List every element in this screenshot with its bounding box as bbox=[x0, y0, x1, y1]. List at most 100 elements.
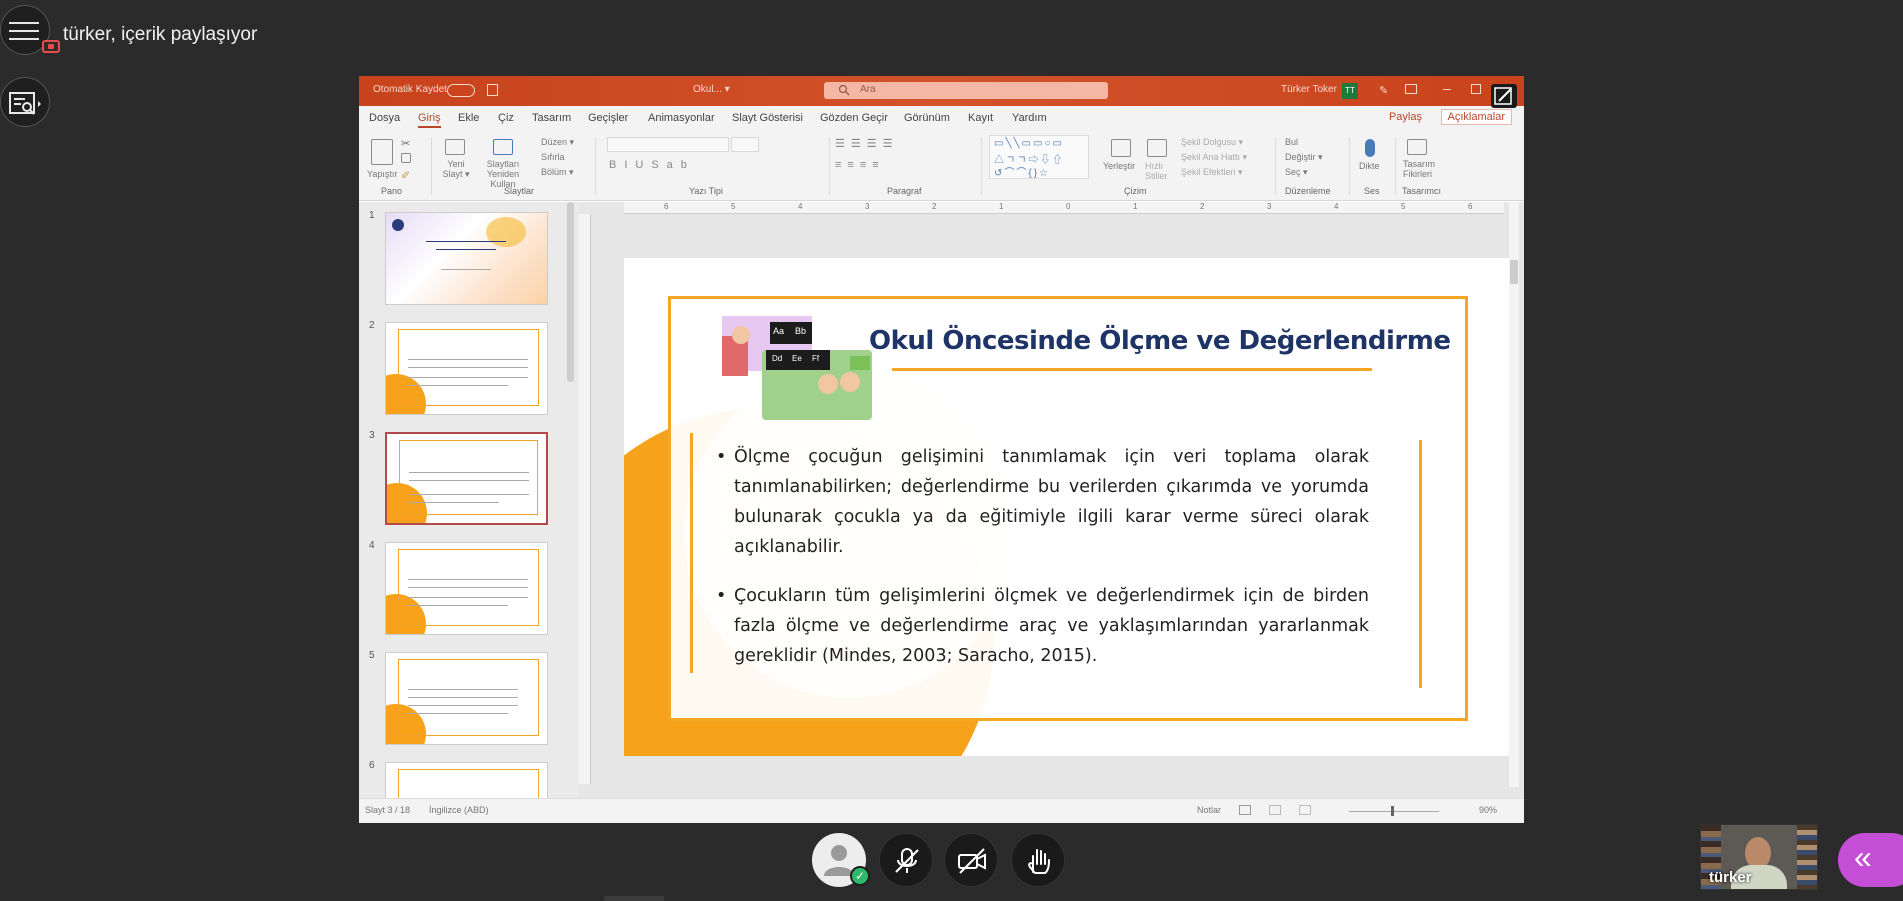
chevron-left-icon: « bbox=[1854, 839, 1872, 875]
ppt-menubar: Dosya Giriş Ekle Çiz Tasarım Geçişler An… bbox=[359, 106, 1524, 131]
menu-slayt-gosterisi[interactable]: Slayt Gösterisi bbox=[732, 112, 803, 124]
annotate-icon[interactable] bbox=[1491, 84, 1517, 108]
check-icon: ✓ bbox=[850, 866, 870, 886]
normal-view-icon[interactable] bbox=[1239, 805, 1251, 815]
camera-toggle[interactable] bbox=[944, 833, 998, 887]
paste-icon[interactable] bbox=[371, 139, 393, 165]
search-input[interactable]: Ara bbox=[824, 82, 1108, 99]
reading-view-icon[interactable] bbox=[1299, 805, 1311, 815]
save-icon[interactable] bbox=[487, 84, 498, 96]
align-icons[interactable]: ≡≡≡≡ bbox=[835, 159, 885, 171]
menu-giris[interactable]: Giriş bbox=[418, 112, 441, 128]
menu-yardim[interactable]: Yardım bbox=[1012, 112, 1047, 124]
zoom-slider[interactable] bbox=[1349, 806, 1439, 816]
screen-search-button[interactable] bbox=[0, 77, 50, 127]
section-button[interactable]: Bölüm ▾ bbox=[541, 167, 574, 178]
user-avatar[interactable]: TT bbox=[1342, 83, 1358, 99]
menu-gorunum[interactable]: Görünüm bbox=[904, 112, 950, 124]
menu-gozden-gecir[interactable]: Gözden Geçir bbox=[820, 112, 888, 124]
copy-icon[interactable] bbox=[401, 153, 411, 163]
language[interactable]: İngilizce (ABD) bbox=[429, 805, 489, 815]
bullet-2: Çocukların tüm gelişimlerini ölçmek ve d… bbox=[716, 581, 1369, 671]
reuse-slides-button[interactable]: Slaytları Yeniden Kullan bbox=[477, 159, 529, 189]
slide-thumb-3[interactable] bbox=[385, 432, 548, 525]
paste-label: Yapıştır bbox=[367, 169, 398, 179]
arrange-icon[interactable] bbox=[1111, 139, 1131, 157]
slide-thumbnails: 1 2 3 4 5 6 bbox=[359, 202, 579, 798]
editor-scrollbar[interactable] bbox=[1509, 202, 1519, 787]
font-size-select[interactable] bbox=[731, 137, 759, 152]
designer-button[interactable]: Tasarım Fikirleri bbox=[1403, 159, 1435, 179]
arrange-button[interactable]: Yerleştir bbox=[1103, 161, 1135, 171]
new-slide-icon[interactable] bbox=[445, 139, 465, 155]
new-slide-button[interactable]: Yeni Slayt ▾ bbox=[441, 159, 471, 180]
recording-icon bbox=[42, 40, 60, 53]
shared-screen: Otomatik Kaydet Okul... ▾ Ara Türker Tok… bbox=[359, 76, 1524, 823]
shape-fill-button[interactable]: Şekil Dolgusu ▾ bbox=[1181, 137, 1243, 148]
reset-button[interactable]: Sıfırla bbox=[541, 152, 565, 162]
quick-styles-button[interactable]: Hızlı Stiller bbox=[1145, 161, 1171, 181]
layout-button[interactable]: Düzen ▾ bbox=[541, 137, 574, 148]
thumbnail-scrollbar[interactable] bbox=[567, 202, 574, 382]
quick-styles-icon[interactable] bbox=[1147, 139, 1167, 157]
slide-editor: 65 43 21 01 23 45 6 Aa Bb Dd Ee Ff Okul … bbox=[579, 202, 1524, 798]
ribbon-display-icon[interactable] bbox=[1405, 84, 1417, 94]
self-video-tile[interactable]: türker bbox=[1700, 824, 1818, 890]
ribbon: Yapıştır ✂ ✐ Pano Yeni Slayt ▾ Slaytları… bbox=[359, 131, 1524, 201]
slide-thumb-1[interactable] bbox=[385, 212, 548, 305]
screen-search-icon bbox=[9, 92, 41, 115]
user-name: Türker Toker bbox=[1281, 84, 1337, 95]
menu-animasyonlar[interactable]: Animasyonlar bbox=[648, 112, 715, 124]
zoom-level[interactable]: 90% bbox=[1479, 805, 1497, 815]
minimize-icon[interactable]: – bbox=[1443, 80, 1451, 96]
file-name[interactable]: Okul... ▾ bbox=[693, 84, 730, 95]
microphone-icon[interactable] bbox=[1365, 139, 1375, 157]
sorter-view-icon[interactable] bbox=[1269, 805, 1281, 815]
autosave-toggle[interactable] bbox=[447, 84, 475, 97]
raise-hand-button[interactable] bbox=[1011, 833, 1065, 887]
group-pano: Pano bbox=[381, 186, 403, 196]
vertical-ruler bbox=[579, 214, 591, 784]
slide-thumb-4[interactable] bbox=[385, 542, 548, 635]
slide-thumb-5[interactable] bbox=[385, 652, 548, 745]
slide-thumb-2[interactable] bbox=[385, 322, 548, 415]
slide-thumb-6[interactable] bbox=[385, 762, 548, 798]
list-icons[interactable]: ☰☰☰☰ bbox=[835, 137, 898, 150]
comments-button[interactable]: Açıklamalar bbox=[1440, 109, 1512, 125]
expand-panel-button[interactable]: « bbox=[1838, 833, 1903, 887]
maximize-icon[interactable] bbox=[1471, 84, 1481, 94]
shape-effects-button[interactable]: Şekil Efektleri ▾ bbox=[1181, 167, 1243, 178]
autosave-label: Otomatik Kaydet bbox=[373, 84, 447, 95]
microphone-toggle[interactable] bbox=[879, 833, 933, 887]
menu-tasarim[interactable]: Tasarım bbox=[532, 112, 571, 124]
menu-gecisler[interactable]: Geçişler bbox=[588, 112, 628, 124]
presenter-label: türker, içerik paylaşıyor bbox=[63, 24, 258, 45]
menu-ciz[interactable]: Çiz bbox=[498, 112, 514, 124]
group-yazi-tipi: Yazı Tipi bbox=[689, 186, 723, 196]
group-paragraf: Paragraf bbox=[887, 186, 922, 196]
format-painter-icon[interactable]: ✐ bbox=[401, 169, 410, 182]
select-button[interactable]: Seç ▾ bbox=[1285, 167, 1308, 178]
slide-illustration: Aa Bb Dd Ee Ff bbox=[722, 316, 872, 424]
ppt-titlebar: Otomatik Kaydet Okul... ▾ Ara Türker Tok… bbox=[359, 76, 1524, 106]
font-name-select[interactable] bbox=[607, 137, 729, 152]
find-button[interactable]: Bul bbox=[1285, 137, 1298, 147]
status-bar: Slayt 3 / 18 İngilizce (ABD) Notlar 90% bbox=[359, 798, 1524, 823]
reuse-slides-icon[interactable] bbox=[493, 139, 513, 155]
menu-kayit[interactable]: Kayıt bbox=[968, 112, 993, 124]
group-duzenleme: Düzenleme bbox=[1285, 186, 1331, 196]
replace-button[interactable]: Değiştir ▾ bbox=[1285, 152, 1323, 163]
menu-dosya[interactable]: Dosya bbox=[369, 112, 400, 124]
menu-ekle[interactable]: Ekle bbox=[458, 112, 479, 124]
current-slide[interactable]: Aa Bb Dd Ee Ff Okul Öncesinde Ölçme ve D… bbox=[624, 258, 1510, 756]
font-format-icons[interactable]: BIUSab bbox=[609, 159, 695, 171]
group-slaytlar: Slaytlar bbox=[504, 186, 535, 196]
shape-outline-button[interactable]: Şekil Ana Hattı ▾ bbox=[1181, 152, 1247, 163]
shapes-gallery[interactable]: ▭╲╲▭▭○▭ △ㄱㄱ⇨⇩⇧ ↺⌒⌒{}☆ bbox=[989, 135, 1089, 179]
designer-icon[interactable] bbox=[1407, 139, 1427, 155]
cut-icon[interactable]: ✂ bbox=[401, 137, 410, 150]
notes-button[interactable]: Notlar bbox=[1197, 805, 1221, 815]
pen-icon[interactable]: ✎ bbox=[1379, 84, 1388, 97]
dictate-button[interactable]: Dikte bbox=[1359, 161, 1380, 171]
share-button[interactable]: Paylaş bbox=[1389, 111, 1422, 123]
